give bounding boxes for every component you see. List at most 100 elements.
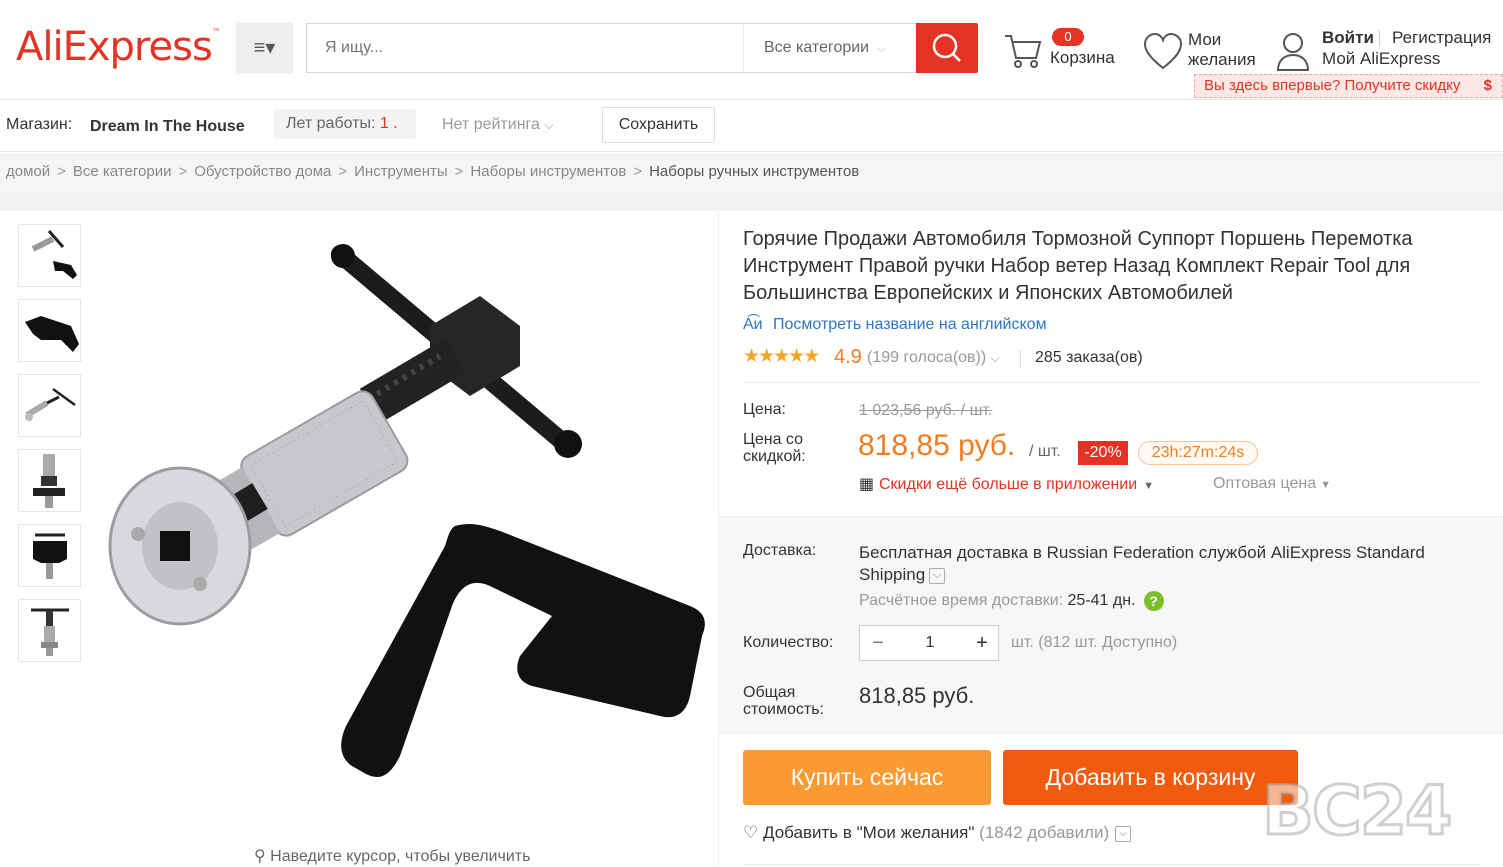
search-category-label: Все категории: [764, 39, 870, 56]
logo-tm: ™: [211, 28, 221, 38]
store-years-badge: Лет работы: 1 .: [274, 109, 416, 139]
add-to-cart-button[interactable]: Добавить в корзину: [1003, 750, 1298, 805]
quantity-label: Количество:: [743, 634, 834, 651]
store-name-link[interactable]: Dream In The House: [90, 118, 245, 136]
heart-plus-icon: ♡: [743, 823, 759, 842]
breadcrumb-item-tools[interactable]: Инструменты: [354, 163, 448, 180]
section-gap: [0, 191, 1503, 211]
aliexpress-logo[interactable]: AliExpress™: [16, 24, 221, 70]
search-input[interactable]: [307, 24, 743, 72]
breadcrumb-separator: >: [57, 163, 66, 180]
product-title: Горячие Продажи Автомобиля Тормозной Суп…: [743, 228, 1413, 304]
cart-label: Корзина: [1050, 48, 1115, 67]
store-rating-dropdown[interactable]: Нет рейтинга ⌵: [442, 116, 553, 134]
votes-dropdown[interactable]: (199 голоса(ов)) ⌵: [867, 349, 1000, 367]
chevron-down-icon: ⌵: [877, 41, 887, 55]
shipping-dropdown-icon[interactable]: ⌵: [929, 567, 946, 584]
hamburger-icon: ≡▾: [253, 37, 276, 59]
thumbnail-image: [31, 230, 77, 279]
wholesale-price-dropdown[interactable]: Оптовая цена ▼: [1213, 475, 1331, 493]
store-rating-label: Нет рейтинга: [442, 116, 540, 133]
price-unit: / шт.: [1029, 443, 1061, 460]
store-label: Магазин:: [6, 116, 73, 133]
shipping-label: Доставка:: [743, 542, 817, 559]
discount-badge: -20%: [1078, 441, 1128, 465]
help-icon[interactable]: ?: [1143, 591, 1164, 611]
gallery-thumbnail[interactable]: [18, 299, 81, 362]
register-link[interactable]: Регистрация: [1392, 28, 1491, 48]
wishlist-label: Мои желания: [1188, 30, 1256, 69]
star-icon: ★: [773, 346, 790, 367]
translate-icon: A͡и: [743, 316, 763, 333]
breadcrumb-item-home[interactable]: домой: [6, 163, 50, 180]
total-value: 818,85 руб.: [859, 683, 975, 708]
delivery-time-value: 25-41 дн.: [1067, 592, 1136, 610]
price-label: Цена:: [743, 401, 786, 418]
chevron-down-icon: ⌵: [990, 351, 1000, 365]
gallery-thumbnail[interactable]: [18, 599, 81, 662]
thumbnail-image: [25, 387, 76, 421]
thumbnail-image: [31, 608, 69, 656]
watermark-logo: BC24: [1260, 771, 1453, 853]
star-icon: ★: [743, 346, 760, 367]
gallery-thumbnail[interactable]: [18, 524, 81, 587]
promo-dollar-icon: $: [1483, 77, 1492, 94]
breadcrumb-separator: >: [633, 163, 643, 180]
buy-now-button[interactable]: Купить сейчас: [743, 750, 991, 805]
thumbnail-image: [33, 454, 65, 508]
thumbnail-image: [33, 533, 67, 579]
search-button[interactable]: [916, 23, 978, 73]
categories-menu-button[interactable]: ≡▾: [236, 23, 293, 73]
divider: [743, 382, 1480, 383]
signin-link[interactable]: Войти: [1322, 28, 1374, 48]
new-user-promo-banner[interactable]: Вы здесь впервые? Получите скидку $: [1194, 74, 1503, 98]
countdown-timer: 23h:27m:24s: [1138, 441, 1258, 465]
delivery-time: Расчётное время доставки: 25-41 дн.?: [859, 591, 1164, 611]
zoom-hint-text: Наведите курсор, чтобы увеличить: [270, 848, 531, 865]
promo-text: Вы здесь впервые? Получите скидку: [1204, 77, 1461, 94]
gallery-thumbnail[interactable]: [18, 449, 81, 512]
app-promo-text: Скидки ещё больше в приложении: [879, 476, 1138, 493]
save-store-button[interactable]: Сохранить: [602, 107, 715, 143]
breadcrumb-separator: >: [454, 163, 464, 180]
votes-count: (199 голоса(ов)): [867, 349, 987, 366]
my-aliexpress-link[interactable]: Мой AliExpress: [1322, 49, 1440, 69]
main-product-image[interactable]: [100, 226, 710, 826]
quantity-increase-button[interactable]: +: [964, 626, 1000, 660]
star-icon: ★: [758, 346, 775, 367]
gallery-thumbnail[interactable]: [18, 374, 81, 437]
star-icon: ★: [803, 346, 820, 367]
search-category-select[interactable]: Все категории ⌵: [743, 24, 917, 72]
quantity-input[interactable]: 1: [896, 626, 964, 660]
discount-price: 818,85 руб.: [858, 429, 1016, 462]
gallery-thumbnail[interactable]: [18, 224, 81, 287]
wishlist-count: (1842 добавили): [979, 823, 1110, 842]
breadcrumb-item-hand-tool-sets[interactable]: Наборы ручных инструментов: [649, 163, 859, 180]
translate-title-link[interactable]: A͡и Посмотреть название на английском: [743, 316, 1047, 334]
star-icon: ★: [788, 346, 805, 367]
rating-value: 4.9: [834, 346, 862, 368]
discount-price-label: Цена со скидкой:: [743, 431, 806, 465]
account-separator: [1379, 30, 1380, 47]
quantity-decrease-button[interactable]: −: [860, 626, 896, 660]
wholesale-label: Оптовая цена: [1213, 475, 1317, 492]
wishlist-link[interactable]: Мои желания: [1143, 28, 1268, 78]
breadcrumb-item-all-categories[interactable]: Все категории: [73, 163, 172, 180]
magnifier-icon: ⚲: [254, 848, 266, 865]
breadcrumb: домой > Все категории > Обустройство дома > Ин…: [6, 163, 859, 180]
add-to-wishlist-link[interactable]: ♡ Добавить в "Мои желания" (1842 добавил…: [743, 823, 1132, 843]
caret-down-icon: ▼: [1320, 479, 1331, 491]
breadcrumb-item-tool-sets[interactable]: Наборы инструментов: [470, 163, 626, 180]
quantity-available: шт. (812 шт. Доступно): [1011, 634, 1178, 651]
qr-code-icon: ▦: [859, 476, 875, 493]
cart-link[interactable]: 0 Корзина: [1003, 26, 1123, 76]
breadcrumb-item-home-improvement[interactable]: Обустройство дома: [194, 163, 331, 180]
top-header: AliExpress™ ≡▾ Все категории⌵ 0 Корзина …: [0, 0, 1503, 100]
user-icon: [1276, 33, 1310, 71]
translate-link-text: Посмотреть название на английском: [773, 316, 1047, 333]
orders-count: 285 заказа(ов): [1035, 349, 1143, 366]
wishlist-dropdown-icon[interactable]: ⌵: [1115, 825, 1132, 842]
caret-down-icon: ▼: [1143, 480, 1155, 492]
app-discount-dropdown[interactable]: ▦ Скидки ещё больше в приложении ▼: [859, 474, 1154, 494]
wishlist-link-text: Добавить в "Мои желания": [762, 823, 975, 842]
